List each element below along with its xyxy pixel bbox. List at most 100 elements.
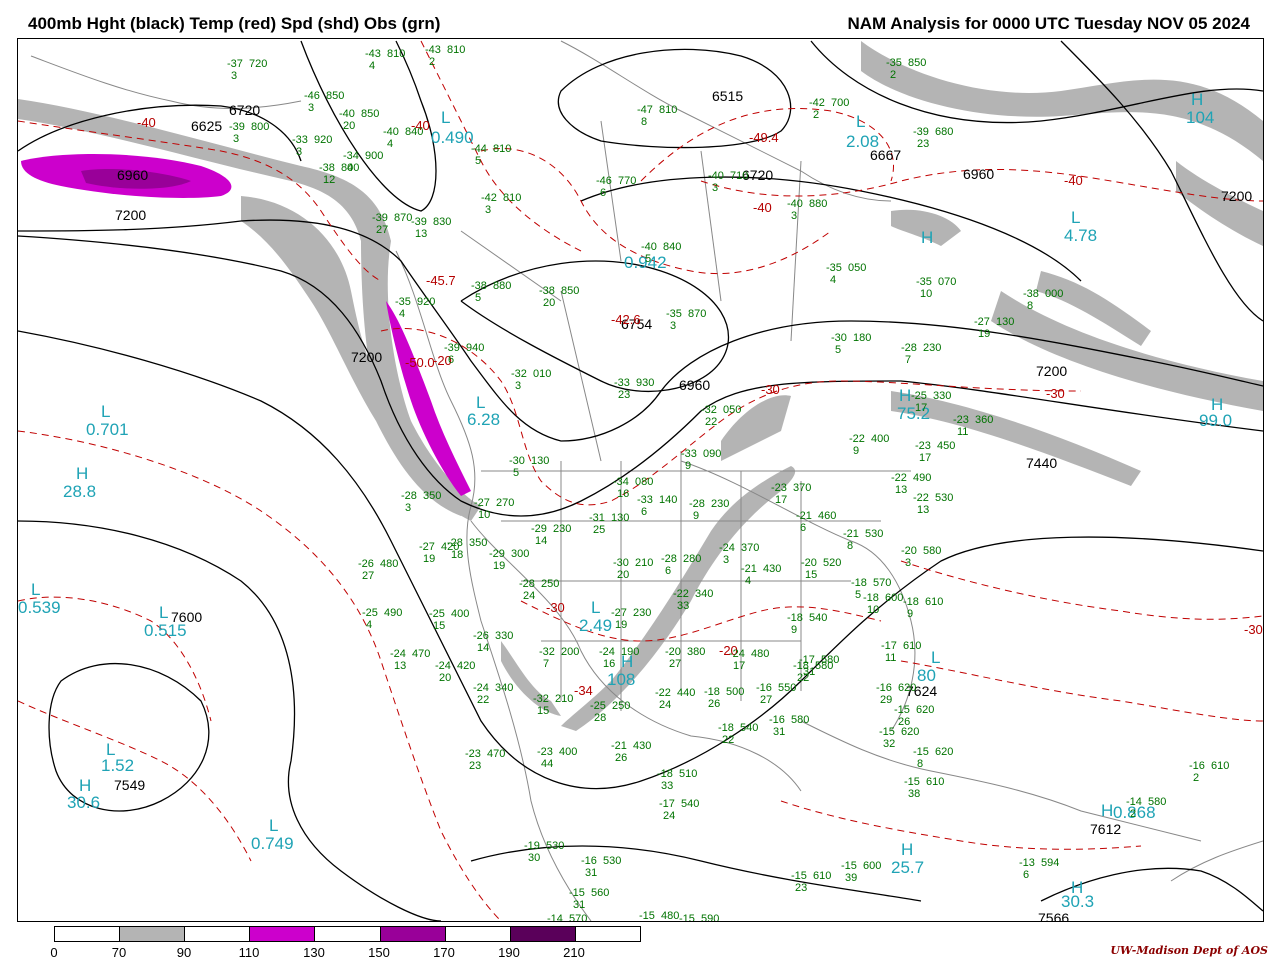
obs-dewpoint-depression: 24 — [663, 810, 676, 822]
obs-height: 850 — [361, 108, 380, 120]
obs-dewpoint-depression: 13 — [415, 228, 428, 240]
pressure-center-label: 2.08 — [846, 132, 880, 151]
pressure-center-label: L — [1071, 208, 1081, 227]
obs-temperature: -40 — [383, 126, 399, 138]
obs-dewpoint-depression: 3 — [308, 102, 315, 114]
obs-temperature: -30 — [613, 557, 629, 569]
obs-temperature: -16 — [1189, 760, 1205, 772]
height-label: 6960 — [963, 166, 995, 182]
obs-temperature: -27 — [419, 541, 435, 553]
obs-height: 490 — [913, 472, 932, 484]
obs-dewpoint-depression: 44 — [541, 758, 554, 770]
coastline — [395, 250, 592, 921]
obs-height: 350 — [469, 537, 488, 549]
temperature-label: -30 — [546, 600, 565, 615]
obs-temperature: -39 — [913, 126, 929, 138]
legend-tick-label: 0 — [50, 945, 58, 960]
obs-height: 280 — [683, 553, 702, 565]
obs-height: 190 — [621, 646, 640, 658]
obs-temperature: -44 — [471, 143, 487, 155]
obs-temperature: -28 — [689, 498, 705, 510]
obs-dewpoint-depression: 8 — [641, 116, 648, 128]
pressure-center-label: L — [159, 603, 169, 622]
province-line — [790, 160, 802, 342]
obs-dewpoint-depression: 12 — [323, 174, 336, 186]
pressure-center-label: L — [476, 393, 486, 412]
pressure-center-label: 2.49 — [579, 616, 613, 635]
obs-dewpoint-depression: 3 — [405, 502, 412, 514]
obs-dewpoint-depression: 23 — [795, 882, 808, 894]
obs-temperature: -42 — [481, 192, 497, 204]
pressure-center-label: L — [101, 402, 111, 421]
obs-height: 540 — [809, 612, 828, 624]
obs-height: 580 — [923, 545, 942, 557]
obs-dewpoint-depression: 27 — [376, 224, 389, 236]
obs-dewpoint-depression: 27 — [669, 658, 682, 670]
obs-height: 480 — [751, 648, 770, 660]
obs-temperature: -38 — [539, 285, 555, 297]
pressure-center-label: 28.8 — [63, 482, 97, 501]
obs-dewpoint-depression: 4 — [830, 274, 837, 286]
obs-height: 540 — [740, 722, 759, 734]
obs-dewpoint-depression: 2 — [890, 69, 897, 81]
obs-temperature: -43 — [365, 48, 381, 60]
obs-height: 180 — [853, 332, 872, 344]
obs-dewpoint-depression: 31 — [573, 899, 586, 911]
obs-dewpoint-depression: 13 — [917, 504, 930, 516]
obs-temperature: -16 — [876, 682, 892, 694]
obs-temperature: -17 — [881, 640, 897, 652]
temperature-label: -45.7 — [426, 273, 456, 288]
temperature-label: -40 — [1064, 173, 1083, 188]
obs-temperature: -15 — [894, 704, 910, 716]
obs-dewpoint-depression: 8 — [1027, 300, 1034, 312]
obs-dewpoint-depression: 5 — [475, 155, 482, 167]
obs-dewpoint-depression: 17 — [775, 494, 788, 506]
obs-dewpoint-depression: 6 — [1023, 869, 1030, 881]
obs-height: 810 — [503, 192, 522, 204]
obs-temperature: -34 — [613, 476, 629, 488]
obs-height: 270 — [496, 497, 515, 509]
obs-height: 510 — [679, 768, 698, 780]
obs-height: 880 — [809, 198, 828, 210]
obs-height: 200 — [561, 646, 580, 658]
obs-dewpoint-depression: 11 — [957, 426, 969, 438]
obs-height: 400 — [871, 433, 890, 445]
pressure-center-label: 108 — [607, 670, 636, 689]
obs-height: 140 — [659, 494, 678, 506]
obs-height: 850 — [561, 285, 580, 297]
obs-dewpoint-depression: 17 — [915, 402, 928, 414]
pressure-center-label: 25.7 — [891, 858, 925, 877]
obs-dewpoint-depression: 15 — [805, 569, 818, 581]
obs-dewpoint-depression: 3 — [231, 70, 238, 82]
obs-temperature: -26 — [473, 630, 489, 642]
credit-org: UW-Madison — [1110, 944, 1190, 957]
obs-dewpoint-depression: 26 — [615, 752, 628, 764]
obs-temperature: -34 — [343, 150, 359, 162]
obs-dewpoint-depression: 27 — [760, 694, 773, 706]
obs-height: 940 — [466, 342, 485, 354]
obs-temperature: -15 — [791, 870, 807, 882]
obs-temperature: -30 — [831, 332, 847, 344]
obs-height: 610 — [1211, 760, 1230, 772]
obs-temperature: -29 — [489, 548, 505, 560]
obs-temperature: -20 — [665, 646, 681, 658]
obs-height: 610 — [925, 596, 944, 608]
obs-dewpoint-depression: 17 — [919, 452, 932, 464]
obs-dewpoint-depression: 8 — [917, 758, 924, 770]
obs-temperature: -18 — [851, 577, 867, 589]
obs-temperature: -14 — [1126, 796, 1142, 808]
obs-temperature: -15 — [639, 910, 655, 922]
obs-height: 050 — [848, 262, 867, 274]
height-label: 6960 — [117, 167, 149, 183]
obs-temperature: -27 — [974, 316, 990, 328]
obs-height: 380 — [687, 646, 706, 658]
obs-temperature: -40 — [787, 198, 803, 210]
obs-dewpoint-depression: 22 — [722, 734, 735, 746]
obs-dewpoint-depression: 31 — [773, 726, 786, 738]
obs-temperature: -18 — [718, 722, 734, 734]
obs-height: 800 — [251, 121, 270, 133]
pressure-center-label: 4.78 — [1064, 226, 1098, 245]
pressure-center-label: L — [31, 580, 41, 599]
obs-temperature: -18 — [903, 596, 919, 608]
obs-height: 720 — [249, 58, 268, 70]
